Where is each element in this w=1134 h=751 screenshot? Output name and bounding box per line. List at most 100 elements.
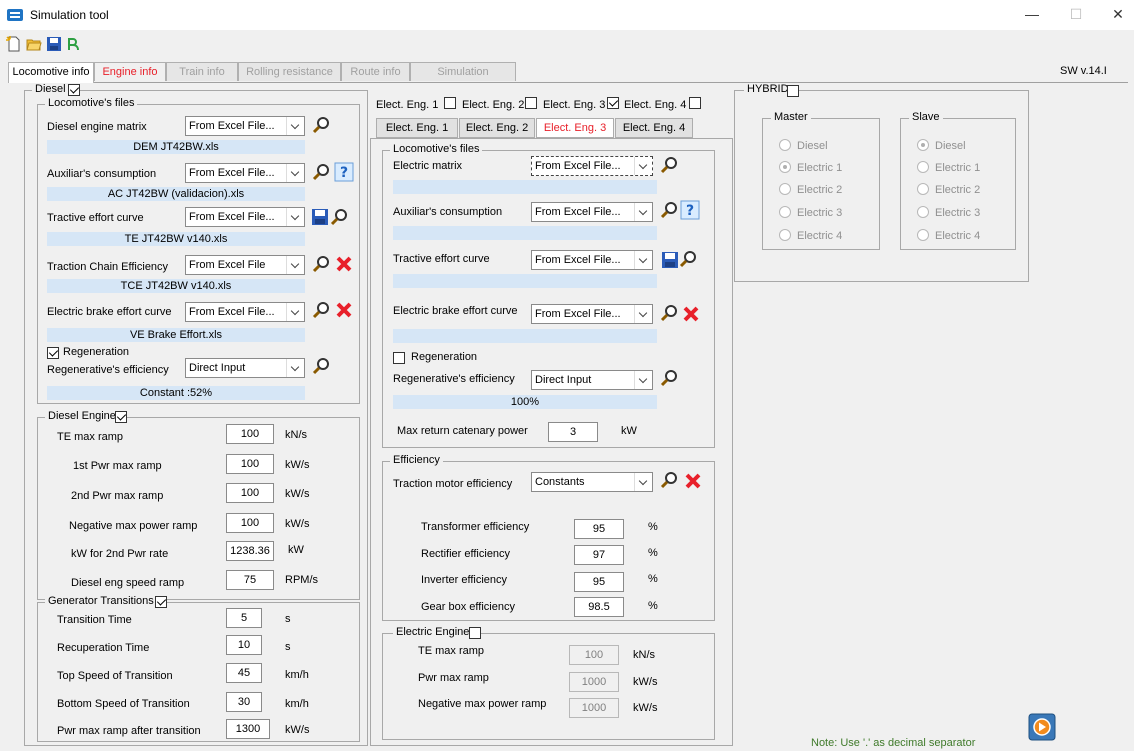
bottom-speed-transition-label: Bottom Speed of Transition [57, 698, 190, 710]
diesel-regeneration-checkbox[interactable] [47, 347, 59, 359]
magnifier-icon[interactable] [660, 368, 680, 388]
second-pwr-max-ramp-input[interactable]: 100 [226, 483, 274, 503]
magnifier-icon[interactable] [312, 115, 332, 135]
tab-route-info[interactable]: Route info [341, 62, 410, 81]
electric-engine-checkbox[interactable] [469, 627, 481, 639]
inverter-efficiency-input[interactable]: 95 [574, 572, 624, 592]
transformer-efficiency-input[interactable]: 95 [574, 519, 624, 539]
electric-regen-value: 100% [393, 395, 657, 409]
electric-matrix-file [393, 180, 657, 194]
run-simulation-button[interactable] [1028, 713, 1056, 741]
tractive-effort-combo[interactable]: From Excel File... [185, 207, 305, 227]
diesel-speed-ramp-input[interactable]: 75 [226, 570, 274, 590]
tractive-effort-file: TE JT42BW v140.xls [47, 232, 305, 246]
electric-regen-efficiency-combo[interactable]: Direct Input [531, 370, 653, 390]
magnifier-icon[interactable] [660, 155, 680, 175]
slave-radio-electric-3[interactable] [917, 206, 929, 218]
electric-brake-combo[interactable]: From Excel File... [531, 304, 653, 324]
close-button[interactable]: ✕ [1106, 4, 1130, 24]
minimize-button[interactable]: — [1020, 4, 1044, 24]
pwr-max-ramp-after-transition-input[interactable]: 1300 [226, 719, 270, 739]
magnifier-icon[interactable] [660, 200, 680, 220]
tab-engine-info[interactable]: Engine info [94, 62, 166, 81]
help-icon[interactable]: ? [334, 162, 354, 182]
elect-eng-4-checkbox[interactable] [689, 97, 701, 109]
elect-eng-3-checkbox[interactable] [607, 97, 619, 109]
master-radio-electric-4[interactable] [779, 229, 791, 241]
slave-radio-diesel[interactable] [917, 139, 929, 151]
electric-te-max-ramp-input[interactable]: 100 [569, 645, 619, 665]
te-max-ramp-input[interactable]: 100 [226, 424, 274, 444]
magnifier-icon[interactable] [312, 300, 332, 320]
delete-icon[interactable] [334, 254, 354, 274]
electric-pwr-max-ramp-input[interactable]: 1000 [569, 672, 619, 692]
delete-icon[interactable] [334, 300, 354, 320]
elect-eng-2-checkbox[interactable] [525, 97, 537, 109]
first-pwr-max-ramp-input[interactable]: 100 [226, 454, 274, 474]
transition-time-input[interactable]: 5 [226, 608, 262, 628]
rectifier-efficiency-input[interactable]: 97 [574, 545, 624, 565]
slave-radio-electric-4[interactable] [917, 229, 929, 241]
magnifier-icon[interactable] [312, 254, 332, 274]
master-radio-diesel[interactable] [779, 139, 791, 151]
electric-brake-effort-combo[interactable]: From Excel File... [185, 302, 305, 322]
save-icon[interactable] [660, 250, 680, 270]
electric-regeneration-checkbox[interactable] [393, 352, 405, 364]
elect-eng-3-tab[interactable]: Elect. Eng. 3 [536, 118, 614, 138]
tab-train-info[interactable]: Train info [166, 62, 238, 81]
electric-tractive-combo[interactable]: From Excel File... [531, 250, 653, 270]
diesel-checkbox[interactable] [68, 84, 80, 96]
bottom-speed-transition-input[interactable]: 30 [226, 692, 262, 712]
title-bar [0, 0, 1134, 30]
elect-eng-2-tab[interactable]: Elect. Eng. 2 [459, 118, 535, 138]
diesel-engine-matrix-label: Diesel engine matrix [47, 121, 147, 133]
gear-box-efficiency-input[interactable]: 98.5 [574, 597, 624, 617]
transition-time-unit: s [285, 613, 291, 625]
electric-auxiliar-combo[interactable]: From Excel File... [531, 202, 653, 222]
max-catenary-power-input[interactable]: 3 [548, 422, 598, 442]
magnifier-icon[interactable] [312, 162, 332, 182]
maximize-button[interactable]: ☐ [1064, 4, 1088, 24]
magnifier-icon[interactable] [679, 249, 699, 269]
delete-icon[interactable] [681, 304, 701, 324]
diesel-engine-matrix-combo[interactable]: From Excel File... [185, 116, 305, 136]
kw-2nd-pwr-rate-input[interactable]: 1238.36 [226, 541, 274, 561]
master-radio-electric-1[interactable] [779, 161, 791, 173]
help-icon[interactable]: ? [680, 200, 700, 220]
diesel-engine-checkbox[interactable] [115, 411, 127, 423]
save-icon[interactable] [310, 207, 330, 227]
auxiliar-consumption-combo[interactable]: From Excel File... [185, 163, 305, 183]
recuperation-time-input[interactable]: 10 [226, 635, 262, 655]
slave-radio-electric-2[interactable] [917, 183, 929, 195]
tab-rolling-resistance[interactable]: Rolling resistance [238, 62, 341, 81]
elect-eng-1-checkbox[interactable] [444, 97, 456, 109]
master-radio-electric-2[interactable] [779, 183, 791, 195]
traction-chain-efficiency-combo[interactable]: From Excel File [185, 255, 305, 275]
open-folder-icon[interactable] [26, 36, 42, 52]
save-icon[interactable] [46, 36, 62, 52]
hybrid-checkbox[interactable] [787, 85, 799, 97]
generator-transitions-checkbox[interactable] [155, 596, 167, 608]
negative-max-power-ramp-input[interactable]: 100 [226, 513, 274, 533]
top-speed-transition-input[interactable]: 45 [226, 663, 262, 683]
electric-negative-max-power-ramp-input[interactable]: 1000 [569, 698, 619, 718]
diesel-regen-efficiency-combo[interactable]: Direct Input [185, 358, 305, 378]
magnifier-icon[interactable] [330, 207, 350, 227]
magnifier-icon[interactable] [312, 356, 332, 376]
new-file-icon[interactable] [6, 36, 22, 52]
delete-icon[interactable] [683, 471, 703, 491]
elect-eng-4-label: Elect. Eng. 4 [624, 99, 687, 111]
traction-chain-efficiency-file: TCE JT42BW v140.xls [47, 279, 305, 293]
elect-eng-4-tab[interactable]: Elect. Eng. 4 [615, 118, 693, 138]
magnifier-icon[interactable] [660, 470, 680, 490]
magnifier-icon[interactable] [660, 303, 680, 323]
master-radio-electric-3[interactable] [779, 206, 791, 218]
tab-simulation[interactable]: Simulation [410, 62, 516, 81]
traction-motor-efficiency-combo[interactable]: Constants [531, 472, 653, 492]
slave-radio-electric-1[interactable] [917, 161, 929, 173]
electric-matrix-combo[interactable]: From Excel File... [531, 156, 653, 176]
electric-files-title: Locomotive's files [390, 143, 483, 155]
elect-eng-1-tab[interactable]: Elect. Eng. 1 [376, 118, 458, 138]
tab-locomotive-info[interactable]: Locomotive info [8, 62, 94, 83]
script-icon[interactable] [66, 36, 82, 52]
